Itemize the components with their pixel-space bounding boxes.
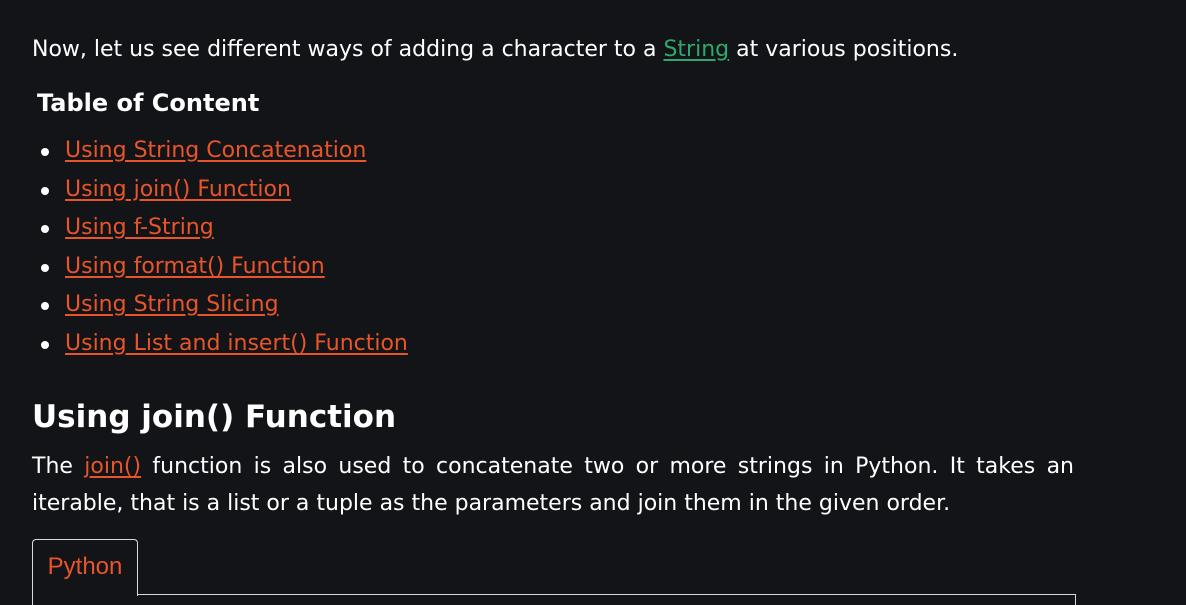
join-link[interactable]: join() — [84, 454, 141, 479]
toc-item-join-function: Using join() Function — [32, 171, 408, 210]
paragraph-text-after: function is also used to concatenate two… — [32, 454, 1074, 516]
python-code-tab[interactable]: Python — [32, 539, 138, 596]
intro-text-after: at various positions. — [729, 37, 959, 62]
toc-link-format-function[interactable]: Using format() Function — [65, 254, 325, 279]
toc-item-f-string: Using f-String — [32, 209, 408, 248]
toc-link-f-string[interactable]: Using f-String — [65, 215, 214, 240]
toc-link-string-concatenation[interactable]: Using String Concatenation — [65, 138, 366, 163]
toc-item-string-concatenation: Using String Concatenation — [32, 132, 408, 171]
code-block: Python — [32, 539, 1076, 605]
intro-paragraph: Now, let us see different ways of adding… — [32, 33, 958, 67]
toc-item-list-insert: Using List and insert() Function — [32, 325, 408, 364]
toc-title: Table of Content — [37, 89, 260, 117]
intro-text-before: Now, let us see different ways of adding… — [32, 37, 664, 62]
section-title: Using join() Function — [32, 399, 397, 435]
toc-link-join-function[interactable]: Using join() Function — [65, 177, 291, 202]
toc-list: Using String Concatenation Using join() … — [32, 132, 408, 363]
toc-link-list-insert[interactable]: Using List and insert() Function — [65, 331, 408, 356]
string-link[interactable]: String — [663, 37, 729, 62]
section-paragraph: The join() function is also used to conc… — [32, 448, 1074, 522]
paragraph-text-before: The — [32, 454, 85, 479]
toc-item-string-slicing: Using String Slicing — [32, 286, 408, 325]
toc-item-format-function: Using format() Function — [32, 248, 408, 287]
toc-link-string-slicing[interactable]: Using String Slicing — [65, 292, 279, 317]
code-box-border — [32, 594, 1076, 605]
